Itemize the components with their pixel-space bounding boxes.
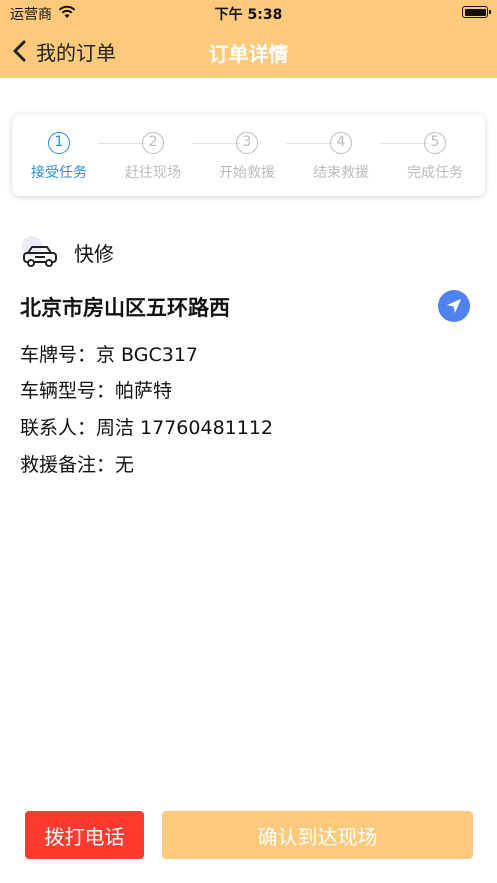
location-arrow-icon — [447, 299, 461, 313]
status-time: 下午 5:38 — [214, 7, 283, 23]
progress-steps: 1 接受任务 2 赶往现场 3 开始救援 4 结束救援 5 完成任务 — [12, 114, 485, 196]
plate-number: 车牌号：京 BGC317 — [20, 344, 198, 366]
vehicle-model: 车辆型号：帕萨特 — [20, 380, 173, 402]
battery-icon — [462, 6, 491, 18]
service-type: 快修 — [20, 234, 114, 270]
car-repair-icon — [22, 236, 57, 267]
step-number: 2 — [142, 132, 164, 154]
navigation-bar: 我的订单 订单详情 — [0, 30, 497, 72]
back-label: 我的订单 — [36, 40, 116, 65]
step-label: 开始救援 — [219, 165, 275, 181]
chevron-left-icon — [13, 40, 26, 62]
navigation-icon[interactable] — [438, 290, 470, 322]
step-end-rescue: 4 结束救援 — [301, 132, 381, 182]
service-type-label: 快修 — [74, 241, 114, 266]
step-label: 接受任务 — [31, 165, 87, 181]
step-label: 完成任务 — [407, 165, 463, 181]
step-head-to-scene: 2 赶往现场 — [113, 132, 193, 182]
step-start-rescue: 3 开始救援 — [207, 132, 287, 182]
order-address: 北京市房山区五环路西 — [20, 296, 230, 320]
step-label: 结束救援 — [313, 165, 369, 181]
step-accept-task: 1 接受任务 — [19, 132, 99, 182]
confirm-arrival-button[interactable]: 确认到达现场 — [162, 811, 473, 859]
back-button[interactable]: 我的订单 — [12, 36, 116, 66]
step-number: 1 — [48, 132, 70, 154]
rescue-remark: 救援备注：无 — [20, 454, 135, 476]
step-complete-task: 5 完成任务 — [395, 132, 475, 182]
status-bar: 运营商 下午 5:38 — [0, 0, 497, 26]
step-number: 3 — [236, 132, 258, 154]
call-button[interactable]: 拨打电话 — [25, 811, 144, 859]
step-label: 赶往现场 — [125, 165, 181, 181]
contact-info: 联系人：周洁 17760481112 — [20, 417, 274, 439]
header-bar: 运营商 下午 5:38 我的订单 订单详情 — [0, 0, 497, 78]
step-number: 4 — [330, 132, 352, 154]
step-number: 5 — [424, 132, 446, 154]
